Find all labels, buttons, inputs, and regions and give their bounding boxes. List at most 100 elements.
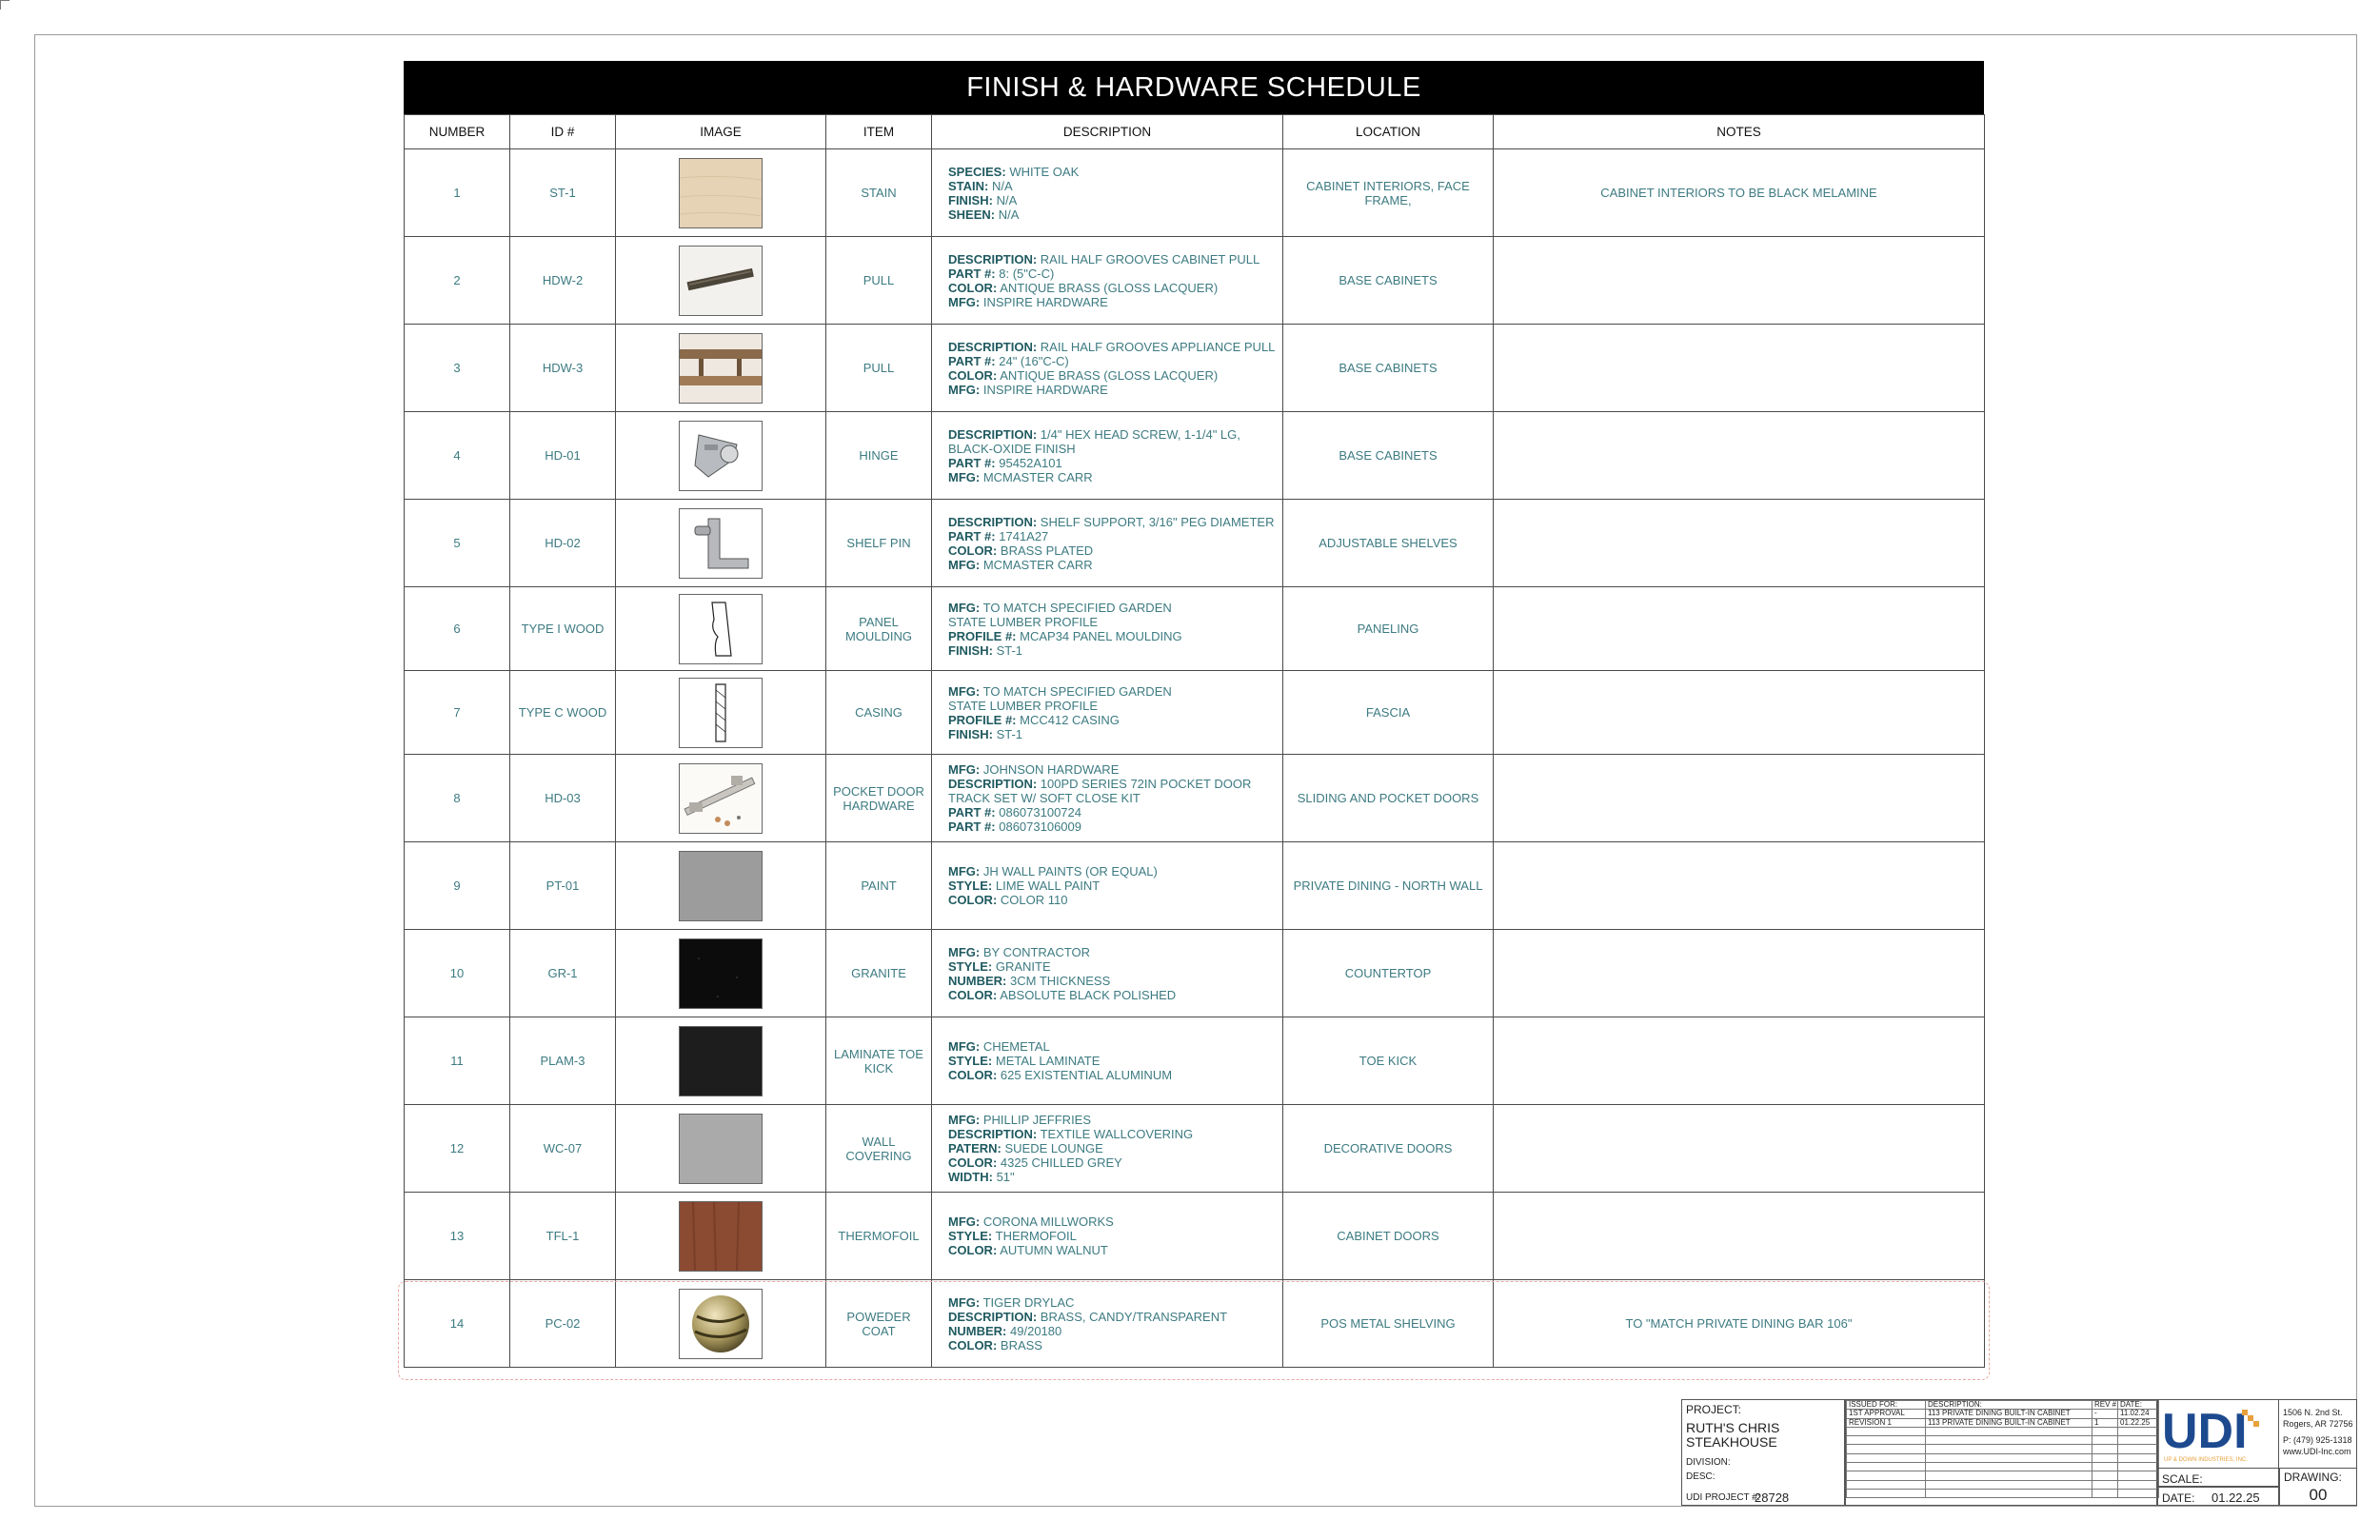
description-value: 8: (5"C-C) — [999, 266, 1055, 281]
cell-description: MFG: JH WALL PAINTS (OR EQUAL) STYLE: LIM… — [931, 841, 1283, 930]
description-line: COLOR: ANTIQUE BRASS (GLOSS LACQUER) — [948, 368, 1277, 383]
cell-image — [615, 236, 826, 325]
description-line: PART #: 8: (5"C-C) — [948, 267, 1277, 281]
cell-location: CABINET DOORS — [1282, 1192, 1494, 1280]
description-line: MFG: INSPIRE HARDWARE — [948, 295, 1277, 309]
description-value: ST-1 — [996, 642, 1023, 658]
description-value: MCMASTER CARR — [982, 557, 1093, 572]
description-label: COLOR: — [948, 1068, 998, 1082]
log-cell — [1846, 1426, 1926, 1437]
description-value: STATE LUMBER PROFILE — [948, 698, 1098, 713]
cell-notes — [1493, 754, 1985, 842]
cell-description: MFG: TO MATCH SPECIFIED GARDEN STATE LUMB… — [931, 670, 1283, 755]
description-value: N/A — [996, 192, 1018, 207]
desc-label: DESC: — [1686, 1471, 1716, 1482]
scale-field: SCALE: — [2157, 1468, 2279, 1487]
cell-image — [615, 411, 826, 500]
cell-location: COUNTERTOP — [1282, 929, 1494, 1017]
description-line: PATERN: SUEDE LOUNGE — [948, 1141, 1277, 1155]
log-cell — [2117, 1462, 2159, 1472]
description-label: COLOR: — [948, 367, 998, 383]
description-label: PART #: — [948, 353, 996, 368]
col-location: LOCATION — [1282, 114, 1494, 149]
col-notes: NOTES — [1493, 114, 1985, 149]
udi-project-label: UDI PROJECT #: — [1686, 1492, 1760, 1503]
description-value: MCAP34 PANEL MOULDING — [1020, 628, 1182, 643]
log-row — [1846, 1435, 2159, 1446]
cell-notes — [1493, 324, 1985, 412]
description-line: COLOR: ANTIQUE BRASS (GLOSS LACQUER) — [948, 281, 1277, 295]
cell-item: PAINT — [825, 841, 932, 930]
description-value: TO MATCH SPECIFIED GARDEN — [982, 683, 1172, 699]
description-value: ABSOLUTE BLACK POLISHED — [1000, 987, 1177, 1002]
cell-notes — [1493, 499, 1985, 587]
description-value: BLACK-OXIDE FINISH — [948, 441, 1076, 456]
cell-location: DECORATIVE DOORS — [1282, 1104, 1494, 1193]
cell-id: PT-01 — [509, 841, 616, 930]
granite-swatch — [679, 938, 763, 1009]
cell-number: 6 — [404, 586, 510, 671]
description-value: 100PD SERIES 72IN POCKET DOOR — [1040, 777, 1252, 791]
description-value: 24" (16"C-C) — [999, 353, 1069, 368]
udi-logo: UDI UP & DOWN INDUSTRIES, INC. — [2157, 1399, 2279, 1468]
description-value: ANTIQUE BRASS (GLOSS LACQUER) — [1000, 280, 1219, 295]
description-line: BLACK-OXIDE FINISH — [948, 442, 1277, 456]
cell-item: CASING — [825, 670, 932, 755]
log-cell — [1925, 1444, 2092, 1454]
cell-image — [615, 324, 826, 412]
description-value: RAIL HALF GROOVES CABINET PULL — [1040, 251, 1260, 267]
cell-image — [615, 1192, 826, 1280]
description-label: STYLE: — [948, 1054, 993, 1068]
cell-image — [615, 841, 826, 930]
description-value: BY CONTRACTOR — [982, 944, 1091, 959]
description-label: COLOR: — [948, 280, 998, 295]
description-value: N/A — [998, 207, 1020, 222]
cell-notes — [1493, 586, 1985, 671]
cell-id: HDW-2 — [509, 236, 616, 325]
table-row: 2 HDW-2 PULL DESCRIPTION: RAIL HALF GROOVES… — [404, 236, 1985, 325]
description-label: COLOR: — [948, 543, 998, 558]
shelf-pin-image — [679, 507, 763, 579]
log-row: 1ST APPROVAL 113 PRIVATE DINING BUILT-IN … — [1846, 1409, 2159, 1419]
cell-description: DESCRIPTION: 1/4" HEX HEAD SCREW, 1-1/4"… — [931, 411, 1283, 500]
schedule-title: FINISH & HARDWARE SCHEDULE — [404, 61, 1984, 114]
cell-id: HDW-3 — [509, 324, 616, 412]
log-cell: 1ST APPROVAL — [1846, 1409, 1926, 1419]
finish-hardware-schedule: FINISH & HARDWARE SCHEDULE NUMBER ID # I… — [404, 61, 1985, 1368]
description-line: MFG: CORONA MILLWORKS — [948, 1214, 1277, 1229]
log-cell: 11.02.24 — [2117, 1409, 2159, 1419]
cell-location: FASCIA — [1282, 670, 1494, 755]
log-cell — [1925, 1471, 2092, 1481]
cell-id: HD-01 — [509, 411, 616, 500]
log-cell — [1846, 1435, 1926, 1446]
description-line: STATE LUMBER PROFILE — [948, 615, 1277, 629]
table-row: 5 HD-02 SHELF PIN DESCRIPTION: SHELF SUPPOR… — [404, 499, 1985, 587]
cell-description: SPECIES: WHITE OAK STAIN: N/A FINISH: N/A S… — [931, 148, 1283, 237]
description-line: COLOR: 625 EXISTENTIAL ALUMINUM — [948, 1068, 1277, 1082]
description-label: NUMBER: — [948, 973, 1007, 988]
cell-number: 3 — [404, 324, 510, 412]
cell-item: GRANITE — [825, 929, 932, 1017]
cell-id: WC-07 — [509, 1104, 616, 1193]
table-row: 9 PT-01 PAINT MFG: JH WALL PAINTS (OR EQUAL… — [404, 841, 1985, 930]
description-value: MCMASTER CARR — [982, 469, 1093, 484]
header-row: NUMBER ID # IMAGE ITEM DESCRIPTION LOCAT… — [404, 114, 1985, 149]
cell-id: TYPE C WOOD — [509, 670, 616, 755]
description-value: ST-1 — [996, 726, 1023, 741]
cell-number: 7 — [404, 670, 510, 755]
table-row: 4 HD-01 HINGE DESCRIPTION: 1/4" HEX HEAD SC… — [404, 411, 1985, 500]
log-header: REV # — [2092, 1399, 2118, 1411]
description-label: MFG: — [948, 1214, 981, 1229]
description-value: 1/4" HEX HEAD SCREW, 1-1/4" LG, — [1040, 426, 1240, 442]
cell-image — [615, 1104, 826, 1193]
description-value: CHEMETAL — [982, 1039, 1050, 1054]
cell-location: ADJUSTABLE SHELVES — [1282, 499, 1494, 587]
table-row: 3 HDW-3 PULL DESCRIPTION: RAIL HALF GROOVES… — [404, 324, 1985, 412]
log-row — [1846, 1426, 2159, 1437]
log-cell — [1925, 1452, 2092, 1464]
description-label: MFG: — [948, 1113, 981, 1127]
description-label: MFG: — [948, 469, 981, 484]
description-line: DESCRIPTION: 1/4" HEX HEAD SCREW, 1-1/4"… — [948, 427, 1277, 442]
cell-number: 2 — [404, 236, 510, 325]
cell-item: THERMOFOIL — [825, 1192, 932, 1280]
